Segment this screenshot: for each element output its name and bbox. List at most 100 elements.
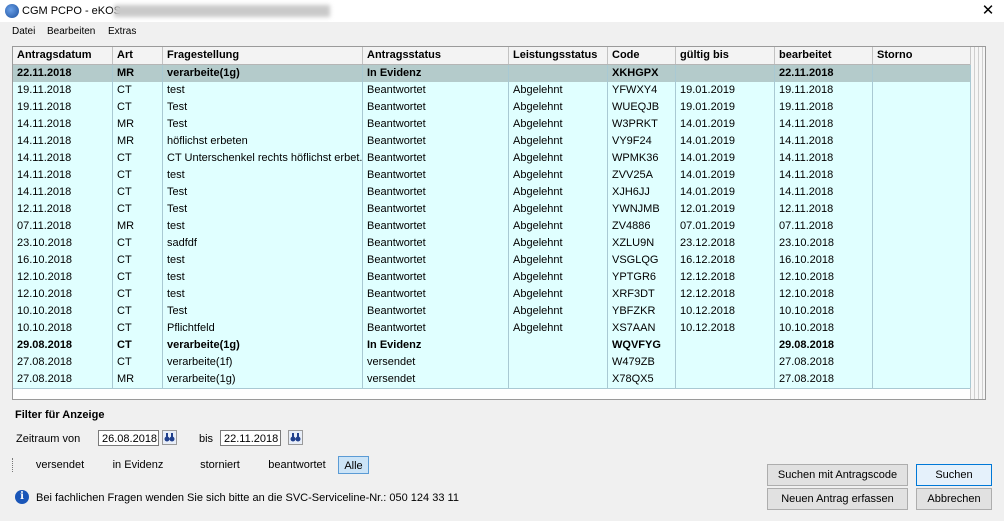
search-button[interactable]: Suchen — [916, 464, 992, 486]
table-cell: Abgelehnt — [509, 150, 608, 167]
table-cell: MR — [113, 116, 163, 133]
table-cell: verarbeite(1g) — [163, 65, 363, 82]
table-cell: 14.11.2018 — [13, 116, 113, 133]
column-header[interactable]: Code — [608, 47, 676, 64]
from-date-input[interactable]: 26.08.2018 — [98, 430, 159, 446]
menu-datei[interactable]: Datei — [12, 26, 35, 37]
table-row[interactable]: 29.08.2018 CT verarbeite(1g) In Evidenz WQVF… — [13, 337, 971, 355]
close-icon[interactable]: ✕ — [978, 2, 998, 20]
table-row[interactable]: 22.11.2018 MR verarbeite(1g) In Evidenz XKHG… — [13, 65, 971, 83]
table-cell: 14.01.2019 — [676, 150, 775, 167]
table-cell — [873, 218, 971, 235]
new-request-button[interactable]: Neuen Antrag erfassen — [767, 488, 908, 510]
table-cell: CT — [113, 303, 163, 320]
table-cell: Abgelehnt — [509, 184, 608, 201]
table-row[interactable]: 14.11.2018 CT test Beantwortet Abgelehnt ZVV2… — [13, 167, 971, 185]
status-filter-alle[interactable]: Alle — [338, 456, 369, 474]
table-cell: Beantwortet — [363, 269, 509, 286]
table-cell: X78QX5 — [608, 371, 676, 388]
table-cell — [873, 371, 971, 388]
table-row[interactable]: 27.08.2018 MR verarbeite(1g) versendet X78QX… — [13, 371, 971, 389]
table-cell: 12.12.2018 — [676, 286, 775, 303]
table-cell: CT — [113, 167, 163, 184]
column-header[interactable]: gültig bis — [676, 47, 775, 64]
table-cell: Beantwortet — [363, 133, 509, 150]
table-cell: WUEQJB — [608, 99, 676, 116]
table-cell: MR — [113, 371, 163, 388]
table-cell: Abgelehnt — [509, 320, 608, 337]
column-header[interactable]: bearbeitet — [775, 47, 873, 64]
table-cell: verarbeite(1g) — [163, 371, 363, 388]
table-cell — [873, 201, 971, 218]
table-row[interactable]: 12.11.2018 CT Test Beantwortet Abgelehnt YWNJ… — [13, 201, 971, 219]
cancel-button[interactable]: Abbrechen — [916, 488, 992, 510]
table-cell — [509, 354, 608, 371]
table-cell: W479ZB — [608, 354, 676, 371]
table-row[interactable]: 16.10.2018 CT test Beantwortet Abgelehnt VSGL… — [13, 252, 971, 270]
table-cell: 19.11.2018 — [13, 99, 113, 116]
status-filter-beantwortet[interactable]: beantwortet — [264, 456, 330, 474]
status-filter-in-evidenz[interactable]: in Evidenz — [108, 456, 168, 474]
table-row[interactable]: 10.10.2018 CT Test Beantwortet Abgelehnt YBFZ… — [13, 303, 971, 321]
table-cell: VY9F24 — [608, 133, 676, 150]
status-filter-versendet[interactable]: versendet — [30, 456, 90, 474]
table-cell: ZV4886 — [608, 218, 676, 235]
table-cell: 10.10.2018 — [13, 303, 113, 320]
table-cell — [873, 354, 971, 371]
menu-extras[interactable]: Extras — [108, 26, 136, 37]
table-cell: Abgelehnt — [509, 269, 608, 286]
table-cell — [676, 337, 775, 354]
column-header[interactable]: Fragestellung — [163, 47, 363, 64]
table-cell: 14.11.2018 — [13, 133, 113, 150]
column-header[interactable]: Leistungsstatus — [509, 47, 608, 64]
table-cell: CT — [113, 320, 163, 337]
filter-title: Filter für Anzeige — [15, 409, 105, 421]
table-row[interactable]: 19.11.2018 CT Test Beantwortet Abgelehnt WUEQ… — [13, 99, 971, 117]
column-header[interactable]: Art — [113, 47, 163, 64]
table-cell: verarbeite(1f) — [163, 354, 363, 371]
column-header[interactable]: Antragsstatus — [363, 47, 509, 64]
app-logo-icon — [5, 4, 19, 18]
table-cell: höflichst erbeten — [163, 133, 363, 150]
table-cell: Beantwortet — [363, 201, 509, 218]
table-row[interactable]: 19.11.2018 CT test Beantwortet Abgelehnt YFWX… — [13, 82, 971, 100]
table-cell: 23.10.2018 — [775, 235, 873, 252]
table-cell: 14.11.2018 — [13, 167, 113, 184]
table-row[interactable]: 14.11.2018 MR Test Beantwortet Abgelehnt W3PR… — [13, 116, 971, 134]
bis-label: bis — [199, 433, 214, 445]
table-row[interactable]: 23.10.2018 CT sadfdf Beantwortet Abgelehnt XZ… — [13, 235, 971, 253]
table-row[interactable]: 14.11.2018 MR höflichst erbeten Beantwortet… — [13, 133, 971, 151]
info-text: Bei fachlichen Fragen wenden Sie sich bi… — [36, 492, 459, 504]
table-cell: Abgelehnt — [509, 133, 608, 150]
table-row[interactable]: 14.11.2018 CT CT Unterschenkel rechts höfl… — [13, 150, 971, 168]
table-row[interactable]: 12.10.2018 CT test Beantwortet Abgelehnt YPTG… — [13, 269, 971, 287]
table-cell — [873, 303, 971, 320]
table-cell: 10.12.2018 — [676, 303, 775, 320]
table-row[interactable]: 14.11.2018 CT Test Beantwortet Abgelehnt XJH6… — [13, 184, 971, 202]
status-filter-storniert[interactable]: storniert — [193, 456, 247, 474]
table-cell — [873, 184, 971, 201]
table-row[interactable]: 07.11.2018 MR test Beantwortet Abgelehnt ZV48… — [13, 218, 971, 236]
table-cell: XKHGPX — [608, 65, 676, 82]
column-header[interactable]: Storno — [873, 47, 971, 64]
binoculars-icon — [290, 433, 301, 442]
table-cell: 27.08.2018 — [13, 371, 113, 388]
from-date-calendar-button[interactable] — [162, 430, 177, 445]
table-cell: 14.11.2018 — [775, 184, 873, 201]
vertical-scrollbar[interactable] — [970, 47, 985, 399]
menu-bearbeiten[interactable]: Bearbeiten — [47, 26, 95, 37]
table-cell: versendet — [363, 371, 509, 388]
table-cell: Pflichtfeld — [163, 320, 363, 337]
table-cell: Beantwortet — [363, 82, 509, 99]
table-row[interactable]: 10.10.2018 CT Pflichtfeld Beantwortet Abgele… — [13, 320, 971, 338]
table-cell: CT — [113, 337, 163, 354]
title-bar: CGM PCPO - eKOS - ✕ — [0, 0, 1004, 22]
search-by-code-button[interactable]: Suchen mit Antragscode — [767, 464, 908, 486]
table-row[interactable]: 27.08.2018 CT verarbeite(1f) versendet W479Z… — [13, 354, 971, 372]
table-cell: 12.11.2018 — [13, 201, 113, 218]
to-date-calendar-button[interactable] — [288, 430, 303, 445]
request-table[interactable]: Antragsdatum Art Fragestellung Antragsstatu… — [12, 46, 986, 400]
column-header[interactable]: Antragsdatum — [13, 47, 113, 64]
table-row[interactable]: 12.10.2018 CT test Beantwortet Abgelehnt XRF3… — [13, 286, 971, 304]
to-date-input[interactable]: 22.11.2018 — [220, 430, 281, 446]
